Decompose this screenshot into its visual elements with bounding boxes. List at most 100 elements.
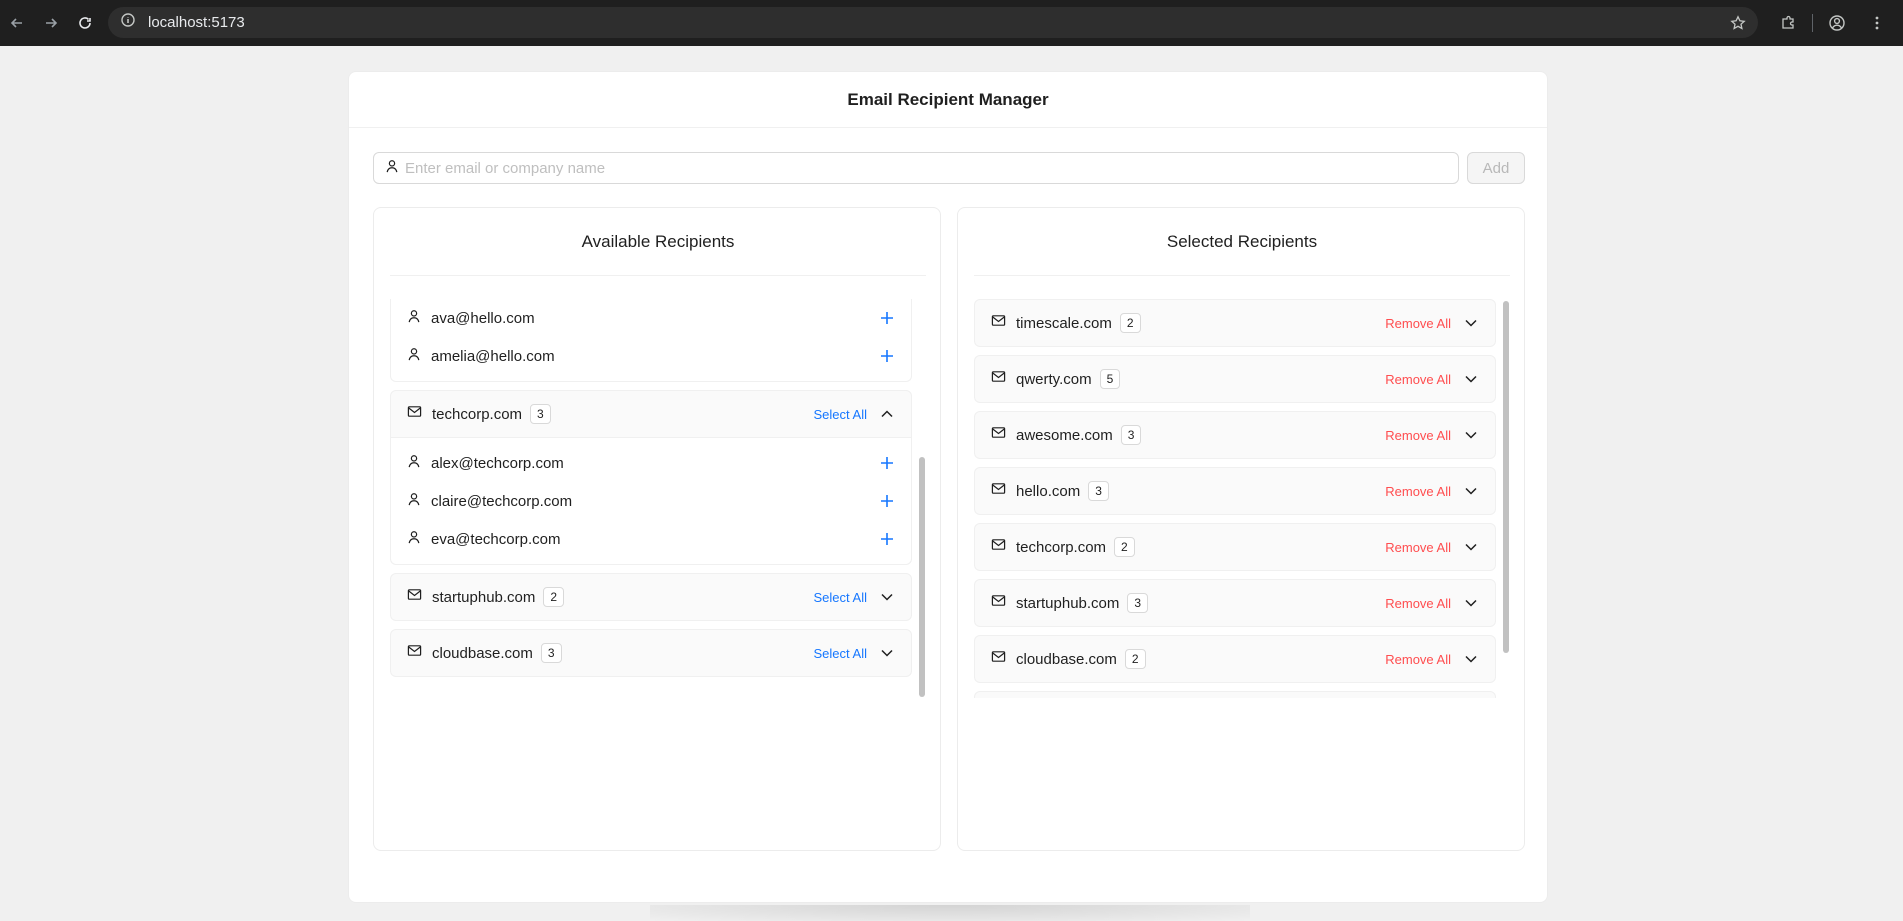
chevron-down-icon[interactable] — [1463, 315, 1479, 331]
remove-all-button[interactable]: Remove All — [1385, 428, 1451, 443]
user-icon — [407, 309, 421, 328]
count-badge: 5 — [1099, 369, 1121, 389]
remove-all-button[interactable]: Remove All — [1385, 372, 1451, 387]
site-info-icon[interactable] — [120, 12, 136, 33]
mail-icon — [991, 369, 1006, 389]
group-name: timescale.com — [1016, 314, 1112, 332]
count-badge: 2 — [1114, 537, 1135, 557]
plus-icon[interactable] — [879, 531, 895, 547]
page-title: Email Recipient Manager — [847, 89, 1049, 109]
user-icon — [385, 159, 399, 178]
mail-icon — [991, 649, 1006, 669]
member-email: alex@techcorp.com — [431, 454, 564, 472]
count-badge: 3 — [540, 643, 562, 663]
group-header[interactable]: techcorp.com 2 Remove All — [975, 524, 1495, 570]
group-header[interactable]: cloudbase.com 2 Remove All — [975, 636, 1495, 682]
group-header[interactable]: hello.com 3 Remove All — [975, 468, 1495, 514]
user-icon — [407, 347, 421, 366]
bookmark-star-icon[interactable] — [1718, 3, 1758, 43]
chevron-down-icon[interactable] — [879, 645, 895, 661]
select-all-button[interactable]: Select All — [814, 407, 867, 422]
toolbar-separator — [1812, 14, 1813, 32]
remove-all-button[interactable]: Remove All — [1385, 540, 1451, 555]
list-item[interactable]: alex@techcorp.com — [391, 444, 911, 482]
group-name: qwerty.com — [1016, 370, 1092, 388]
browser-toolbar: localhost:5173 — [0, 0, 1903, 46]
chevron-down-icon[interactable] — [1463, 595, 1479, 611]
member-email: claire@techcorp.com — [431, 492, 573, 510]
mail-icon — [991, 313, 1006, 333]
chevron-down-icon[interactable] — [1463, 483, 1479, 499]
group-name: techcorp.com — [1016, 538, 1107, 556]
mail-icon — [407, 643, 422, 663]
chevron-down-icon[interactable] — [1463, 427, 1479, 443]
selected-group: techcorp.com 2 Remove All — [974, 523, 1496, 571]
forward-icon[interactable] — [34, 6, 68, 40]
chevron-up-icon[interactable] — [879, 406, 895, 422]
group-header[interactable]: startuphub.com 3 Remove All — [975, 580, 1495, 626]
extensions-icon[interactable] — [1768, 3, 1808, 43]
reload-icon[interactable] — [68, 6, 102, 40]
selected-panel-header: Selected Recipients — [974, 208, 1510, 276]
selected-group: timescale.com 2 Remove All — [974, 299, 1496, 347]
group-header[interactable]: timescale.com 2 Remove All — [975, 300, 1495, 346]
selected-panel-title: Selected Recipients — [1166, 231, 1318, 251]
member-email: ava@hello.com — [431, 309, 535, 327]
chevron-down-icon[interactable] — [879, 589, 895, 605]
plus-icon[interactable] — [879, 310, 895, 326]
plus-icon[interactable] — [879, 348, 895, 364]
selected-group: qwerty.com 5 Remove All — [974, 355, 1496, 403]
selected-list[interactable]: timescale.com 2 Remove All qwerty.com 5 … — [974, 299, 1510, 698]
plus-icon[interactable] — [879, 455, 895, 471]
group-name: startuphub.com — [1016, 594, 1120, 612]
group-header[interactable]: techcorp.com 3 Select All — [391, 391, 911, 437]
add-button[interactable]: Add — [1467, 152, 1525, 184]
group-name: startuphub.com — [432, 588, 536, 606]
selected-scrollbar[interactable] — [1502, 299, 1510, 698]
mail-icon — [407, 587, 422, 607]
search-input[interactable] — [405, 159, 1447, 177]
select-all-button[interactable]: Select All — [814, 590, 867, 605]
search-box[interactable] — [373, 152, 1459, 184]
remove-all-button[interactable]: Remove All — [1385, 484, 1451, 499]
selected-group: startuphub.com 3 Remove All — [974, 579, 1496, 627]
list-item[interactable]: claire@techcorp.com — [391, 482, 911, 520]
available-panel-header: Available Recipients — [390, 208, 926, 276]
back-icon[interactable] — [0, 6, 34, 40]
list-item[interactable]: ava@hello.com — [391, 299, 911, 337]
group-header[interactable]: awesome.com 3 Remove All — [975, 412, 1495, 458]
list-item[interactable]: amelia@hello.com — [391, 337, 911, 375]
chevron-down-icon[interactable] — [1463, 371, 1479, 387]
group-header[interactable]: qwerty.com 5 Remove All — [975, 356, 1495, 402]
chevron-down-icon[interactable] — [1463, 539, 1479, 555]
available-list[interactable]: ava@hello.com amelia@hello.com techcorp.… — [390, 299, 926, 698]
scrollbar-thumb[interactable] — [1503, 301, 1509, 653]
chevron-down-icon[interactable] — [1463, 651, 1479, 667]
group-cloudbase: cloudbase.com 3 Select All — [390, 629, 912, 677]
menu-icon[interactable] — [1857, 3, 1897, 43]
plus-icon[interactable] — [879, 493, 895, 509]
available-scrollbar[interactable] — [918, 299, 926, 698]
remove-all-button[interactable]: Remove All — [1385, 596, 1451, 611]
address-bar[interactable]: localhost:5173 — [108, 7, 1758, 38]
scrollbar-thumb[interactable] — [919, 457, 925, 697]
mail-icon — [991, 537, 1006, 557]
count-badge: 2 — [543, 587, 565, 607]
mail-icon — [407, 404, 422, 424]
select-all-button[interactable]: Select All — [814, 646, 867, 661]
group-startuphub: startuphub.com 2 Select All — [390, 573, 912, 621]
list-item[interactable]: eva@techcorp.com — [391, 520, 911, 558]
selected-recipients-panel: Selected Recipients timescale.com 2 Remo… — [957, 207, 1525, 851]
group-header[interactable]: startuphub.com 2 Select All — [391, 574, 911, 620]
group-name: cloudbase.com — [432, 644, 533, 662]
group-name: hello.com — [1016, 482, 1081, 500]
count-badge: 2 — [1124, 649, 1146, 669]
bottom-shadow — [650, 905, 1250, 921]
profile-icon[interactable] — [1817, 3, 1857, 43]
remove-all-button[interactable]: Remove All — [1385, 316, 1451, 331]
member-email: eva@techcorp.com — [431, 530, 561, 548]
selected-group: cloudbase.com 2 Remove All — [974, 635, 1496, 683]
mail-icon — [991, 481, 1006, 501]
remove-all-button[interactable]: Remove All — [1385, 652, 1451, 667]
group-header[interactable]: cloudbase.com 3 Select All — [391, 630, 911, 676]
